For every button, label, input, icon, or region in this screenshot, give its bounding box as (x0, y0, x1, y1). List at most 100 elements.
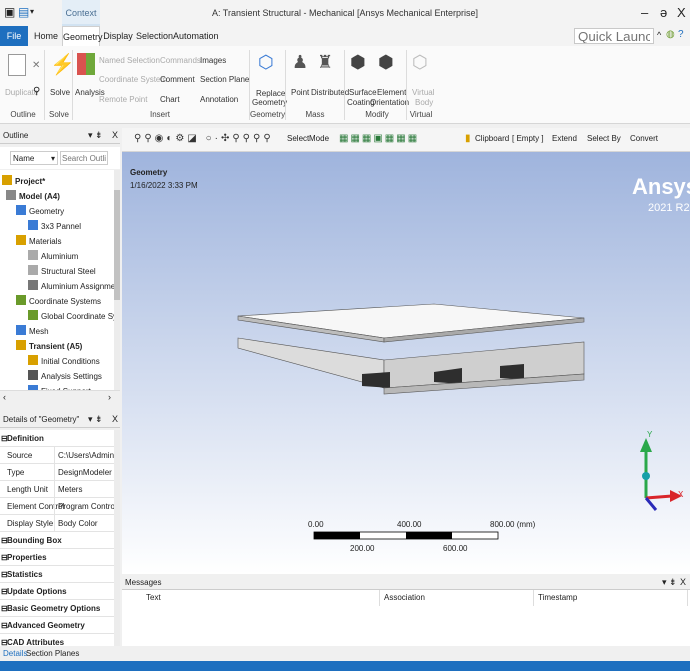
extend-button[interactable]: Extend (552, 134, 577, 143)
details-section[interactable]: ⊟ Properties (0, 549, 114, 566)
details-value[interactable]: Meters (54, 481, 114, 498)
details-value[interactable]: Body Color (54, 515, 114, 532)
tab-home[interactable]: Home (32, 26, 60, 46)
details-scrollbar[interactable] (114, 430, 120, 646)
details-value[interactable]: Program Controlled (54, 498, 114, 515)
tree-node[interactable]: Model (A4) (6, 189, 60, 204)
find-icon[interactable]: ⚲ (33, 86, 40, 97)
minimize-button[interactable]: – (641, 5, 648, 20)
details-section[interactable]: ⊟ Bounding Box (0, 532, 114, 549)
duplicate-icon[interactable] (8, 54, 26, 76)
search-outline-input[interactable] (60, 151, 108, 165)
tree-node[interactable]: Global Coordinate System (28, 309, 114, 324)
point-mass-icon[interactable]: ♟ (292, 52, 308, 73)
details-section[interactable]: ⊟ Update Options (0, 583, 114, 600)
feedback-icon[interactable]: ◍ (666, 29, 675, 40)
details-row[interactable]: Source C:\Users\Admin\Des... (0, 447, 114, 464)
clipboard-button[interactable]: Clipboard (475, 134, 509, 143)
col-text[interactable]: Text (142, 590, 380, 606)
surface-label[interactable]: Surface (349, 88, 377, 97)
mode-button[interactable]: Mode (309, 134, 329, 143)
name-filter-select[interactable]: Name ▾ (10, 151, 58, 165)
details-row[interactable]: Length Unit Meters (0, 481, 114, 498)
distributed-mass-icon[interactable]: ♜ (317, 52, 333, 73)
tab-details[interactable]: Details (3, 649, 27, 658)
images-button[interactable]: Images (200, 56, 226, 65)
pin-icon[interactable]: ▾ ⇟ (88, 130, 103, 141)
selection-filter-icons[interactable]: ▦▦▦▣▦▦▦ (339, 133, 419, 144)
details-section[interactable]: ⊟ Definition (0, 430, 114, 447)
close-panel-icon[interactable]: X (680, 577, 686, 587)
tab-selection[interactable]: Selection (136, 26, 173, 46)
details-section[interactable]: ⊟Advanced Geometry Options (0, 617, 114, 646)
tree-node[interactable]: Coordinate Systems (16, 294, 101, 309)
commands-button[interactable]: Commands (160, 56, 201, 65)
remote-point-button[interactable]: Remote Point (99, 95, 147, 104)
tab-display[interactable]: Display (102, 26, 134, 46)
comment-button[interactable]: Comment (160, 75, 195, 84)
tree-horizontal-scrollbar[interactable]: ‹ › (0, 390, 120, 404)
annotation-button[interactable]: Annotation (200, 95, 238, 104)
virtual-body-icon[interactable]: ⬡ (412, 52, 428, 73)
surface-coating-icon[interactable]: ⬢ (350, 52, 366, 73)
orientation-label[interactable]: Orientation (370, 98, 409, 107)
pin-icon[interactable]: ▾ ⇟ (662, 577, 677, 588)
details-section[interactable]: ⊟ Statistics (0, 566, 114, 583)
named-selection-button[interactable]: Named Selection (99, 56, 160, 65)
details-value[interactable]: C:\Users\Admin\Des... (54, 447, 114, 464)
element-orientation-icon[interactable]: ⬢ (378, 52, 394, 73)
tree-node[interactable]: Initial Conditions (28, 354, 100, 369)
tree-node[interactable]: Project* (2, 174, 45, 189)
col-association[interactable]: Association (380, 590, 534, 606)
help-icon[interactable]: ? (678, 29, 684, 40)
details-row[interactable]: Display Style Body Color (0, 515, 114, 532)
replace-geometry-icon[interactable]: ⬡ (258, 52, 274, 73)
body-label[interactable]: Body (415, 98, 433, 107)
tree-node[interactable]: Aluminium (28, 249, 78, 264)
details-section[interactable]: ⊟ Basic Geometry Options (0, 600, 114, 617)
tree-node[interactable]: Aluminium Assignment (28, 279, 114, 294)
details-section[interactable]: ⊟ CAD Attributes (0, 634, 114, 646)
quick-launch-input[interactable] (574, 28, 654, 44)
tree-node[interactable]: Structural Steel (28, 264, 96, 279)
tree-node[interactable]: Analysis Settings (28, 369, 102, 384)
zoom-tools-icon[interactable]: ⚲⚲◉◐⚙◪ ○·✣⚲⚲⚲⚲ (134, 133, 274, 144)
coordinate-system-button[interactable]: Coordinate System (99, 75, 167, 84)
clipboard-icon[interactable]: ▮ (465, 133, 471, 144)
point-mass-button[interactable]: Point (291, 88, 309, 97)
replace-geometry-label-2[interactable]: Geometry (252, 98, 287, 107)
close-panel-icon[interactable]: X (112, 414, 118, 424)
scroll-left-icon[interactable]: ‹ (3, 392, 6, 402)
restore-button[interactable]: ə (660, 5, 667, 20)
tree-node[interactable]: Materials (16, 234, 61, 249)
section-plane-button[interactable]: Section Plane (200, 75, 249, 84)
solve-button[interactable]: Solve (50, 88, 70, 97)
details-row[interactable]: Type DesignModeler (0, 464, 114, 481)
replace-geometry-label-1[interactable]: Replace (256, 89, 285, 98)
tab-section-planes[interactable]: Section Planes (26, 649, 79, 658)
element-label[interactable]: Element (377, 88, 406, 97)
tree-node[interactable]: 3x3 Pannel (28, 219, 81, 234)
delete-icon[interactable]: ✕ (32, 60, 40, 71)
col-timestamp[interactable]: Timestamp (534, 590, 688, 606)
tree-node[interactable]: Geometry (16, 204, 64, 219)
ribbon-collapse-icon[interactable]: ^ (657, 30, 661, 40)
scroll-right-icon[interactable]: › (108, 392, 111, 402)
details-row[interactable]: Element ControlProgram Controlled (0, 498, 114, 515)
tree-node[interactable]: Transient (A5) (16, 339, 82, 354)
tab-file[interactable]: File (0, 26, 28, 46)
graphics-viewport[interactable]: Geometry 1/16/2022 3:33 PM Ansys 2021 R2… (122, 152, 690, 574)
close-panel-icon[interactable]: X (112, 130, 118, 140)
tree-node[interactable]: Mesh (16, 324, 49, 339)
chart-button[interactable]: Chart (160, 95, 180, 104)
select-by-button[interactable]: Select By (587, 134, 621, 143)
select-button[interactable]: Select (287, 134, 309, 143)
convert-button[interactable]: Convert (630, 134, 658, 143)
tab-geometry[interactable]: Geometry (62, 26, 103, 46)
tree-scrollbar[interactable] (114, 170, 120, 390)
virtual-label[interactable]: Virtual (412, 88, 435, 97)
close-button[interactable]: X (677, 5, 686, 20)
analysis-icon[interactable] (77, 53, 95, 75)
details-value[interactable]: DesignModeler (54, 464, 114, 481)
pin-icon[interactable]: ▾ ⇟ (88, 414, 103, 425)
